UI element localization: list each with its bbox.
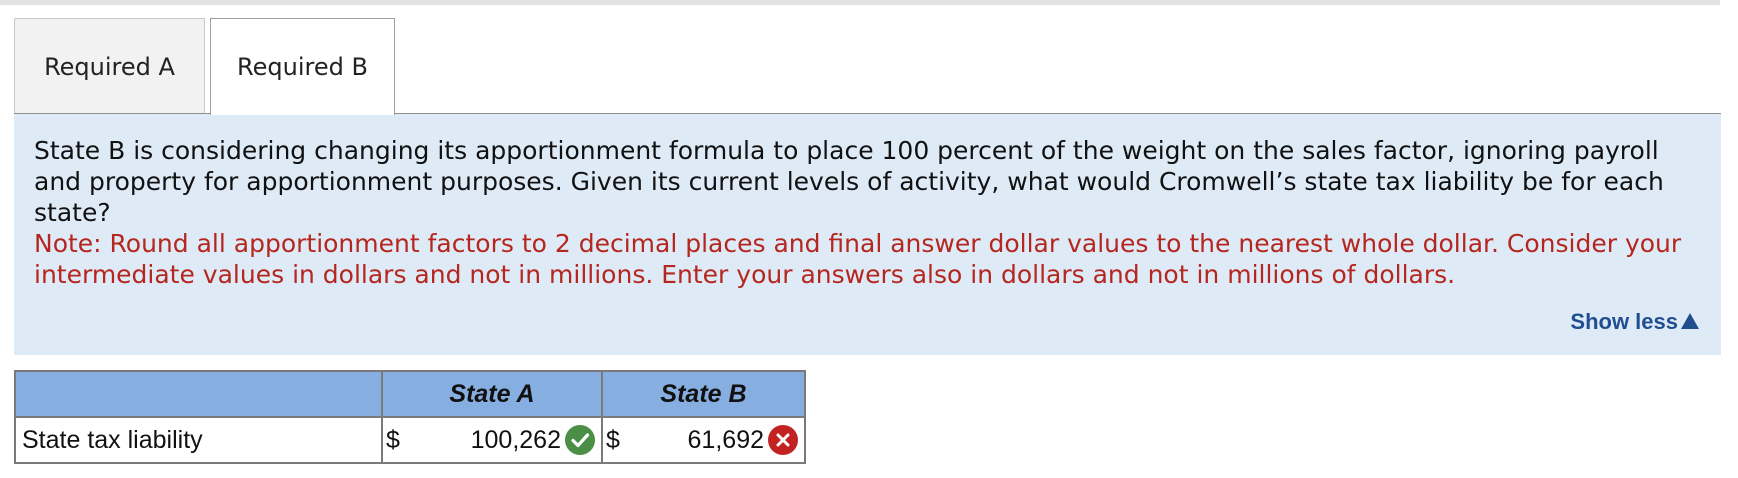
state-a-answer-cell: $ 100,262 (381, 416, 603, 464)
state-b-value-input[interactable]: 61,692 (688, 426, 764, 455)
check-icon (565, 425, 595, 455)
row-label-state-tax-liability: State tax liability (14, 416, 383, 464)
header-state-a: State A (381, 370, 603, 418)
table-header-row: State A State B (14, 370, 806, 418)
header-blank (14, 370, 383, 418)
top-divider-strip (0, 0, 1720, 5)
state-a-value-input[interactable]: 100,262 (471, 426, 561, 455)
currency-symbol: $ (606, 426, 620, 454)
currency-symbol: $ (386, 426, 400, 454)
header-state-b: State B (601, 370, 806, 418)
note-text: Note: Round all apportionment factors to… (34, 229, 1682, 289)
instruction-panel: State B is considering changing its appo… (14, 114, 1721, 355)
show-less-link[interactable]: Show less (1570, 309, 1699, 335)
tab-required-b[interactable]: Required B (210, 18, 395, 115)
x-icon (768, 425, 798, 455)
table-row: State tax liability $ 100,262 $ 61,692 (14, 416, 806, 464)
show-less-label: Show less (1570, 309, 1678, 334)
question-text: State B is considering changing its appo… (34, 136, 1664, 227)
triangle-up-icon (1681, 313, 1699, 329)
answer-table: State A State B State tax liability $ 10… (14, 370, 806, 464)
tab-required-a[interactable]: Required A (14, 18, 205, 114)
state-b-answer-cell: $ 61,692 (601, 416, 806, 464)
